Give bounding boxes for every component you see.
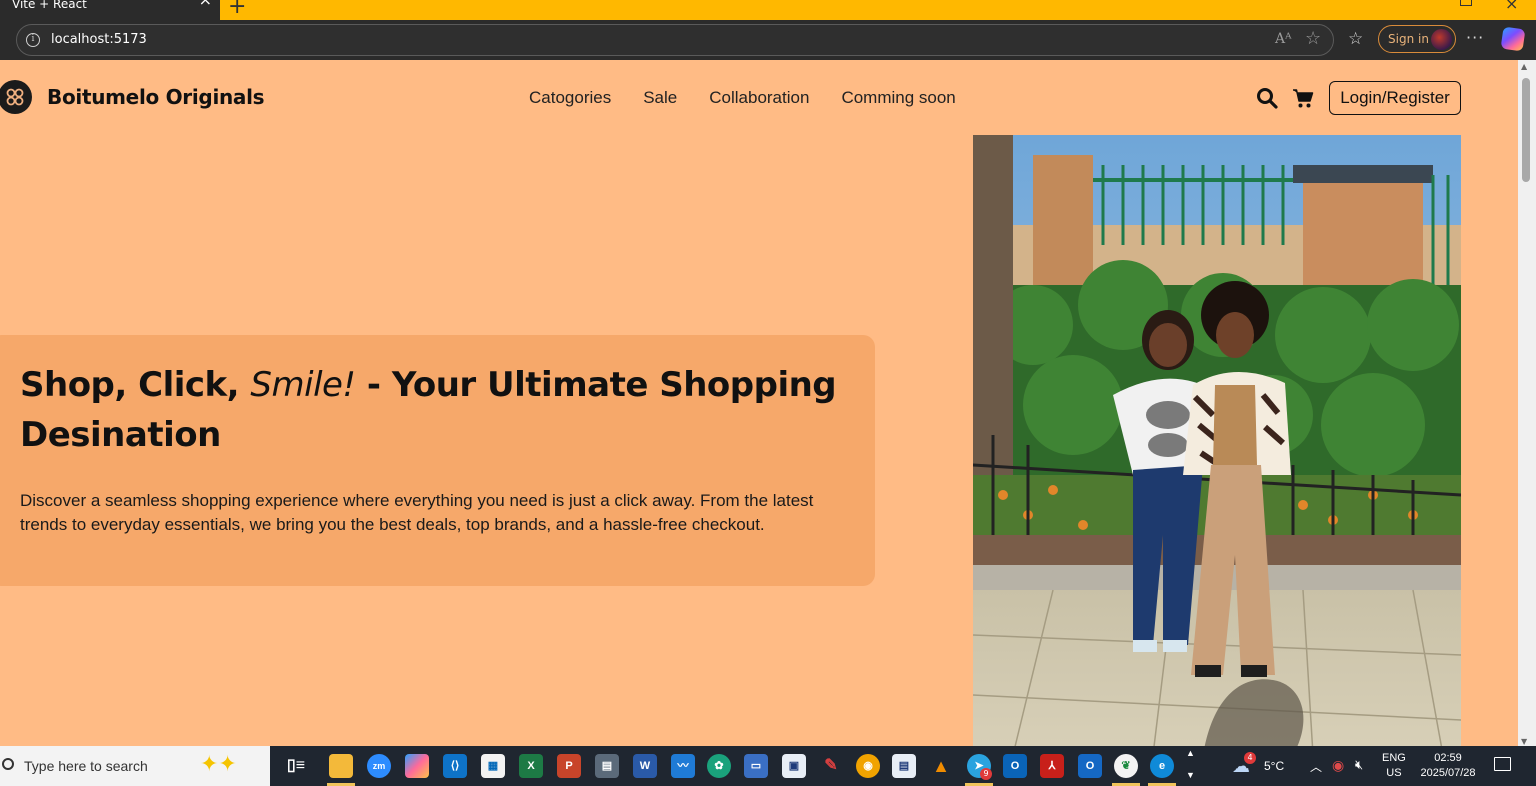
- notification-icon[interactable]: [1494, 757, 1511, 771]
- paint-icon[interactable]: ✎: [819, 754, 843, 778]
- hero-title: Shop, Click, Smile! - Your Ultimate Shop…: [20, 360, 860, 460]
- zoom-icon[interactable]: zm: [367, 754, 391, 778]
- signin-button[interactable]: Sign in: [1378, 25, 1456, 53]
- brand-name[interactable]: Boitumelo Originals: [47, 85, 265, 109]
- maximize-icon[interactable]: [1460, 0, 1472, 6]
- cart-icon[interactable]: [1292, 87, 1314, 109]
- copilot-icon[interactable]: [1500, 26, 1526, 52]
- chatgpt-icon[interactable]: ✿: [707, 754, 731, 778]
- hero-title-italic: Smile!: [250, 365, 356, 405]
- copilot-app-icon[interactable]: [405, 754, 429, 778]
- tray-chevron-icon[interactable]: ︿: [1310, 758, 1322, 775]
- info-icon[interactable]: i: [26, 33, 40, 47]
- hero-card: Shop, Click, Smile! - Your Ultimate Shop…: [0, 335, 875, 586]
- outlook-new-icon[interactable]: O: [1078, 754, 1102, 778]
- avatar: [1431, 29, 1452, 50]
- telegram-badge: 9: [980, 768, 992, 780]
- acrobat-icon[interactable]: ⅄: [1040, 754, 1064, 778]
- vscode-icon[interactable]: ⟨⟩: [443, 754, 467, 778]
- nav-sale[interactable]: Sale: [643, 88, 677, 108]
- weather-temp[interactable]: 5°C: [1264, 759, 1284, 773]
- taskbar-search-icon: [2, 758, 14, 770]
- vertical-scrollbar[interactable]: ▲ ▼: [1518, 60, 1536, 746]
- word-icon[interactable]: W: [633, 754, 657, 778]
- clock[interactable]: 02:59 2025/07/28: [1418, 751, 1478, 781]
- address-bar[interactable]: i localhost:5173 Aᴬ ☆: [16, 24, 1334, 56]
- calculator-icon[interactable]: ▤: [595, 754, 619, 778]
- nav-coming-soon[interactable]: Comming soon: [841, 88, 955, 108]
- antivirus-icon[interactable]: ◉: [1332, 757, 1344, 774]
- scrollbar-thumb[interactable]: [1522, 78, 1530, 182]
- taskbar-scroll-down-icon[interactable]: ▼: [1186, 770, 1195, 780]
- app-window-icon[interactable]: ▣: [782, 754, 806, 778]
- mongodb-icon[interactable]: ❦: [1114, 754, 1138, 778]
- address-row: i localhost:5173 Aᴬ ☆ ☆ Sign in ···: [0, 20, 1536, 60]
- browser-tab[interactable]: Vite + React ×: [0, 0, 220, 20]
- health-icon[interactable]: 〰: [671, 754, 695, 778]
- edge-icon[interactable]: e: [1150, 754, 1174, 778]
- file-explorer-icon[interactable]: [329, 754, 353, 778]
- hero-description: Discover a seamless shopping experience …: [20, 491, 814, 534]
- page-viewport: Boitumelo Originals Catogories Sale Coll…: [0, 60, 1518, 746]
- task-view-icon[interactable]: ▯≡: [284, 754, 308, 778]
- favorites-icon[interactable]: ☆: [1348, 29, 1363, 49]
- search-icon[interactable]: [1256, 87, 1278, 109]
- language-line2: US: [1386, 767, 1402, 779]
- main-nav: Catogories Sale Collaboration Comming so…: [529, 88, 956, 108]
- window-close-icon[interactable]: ×: [1505, 0, 1518, 13]
- nav-categories[interactable]: Catogories: [529, 88, 611, 108]
- weather-badge: 4: [1244, 752, 1256, 764]
- store-icon[interactable]: ▦: [481, 754, 505, 778]
- signin-label: Sign in: [1388, 32, 1429, 46]
- taskbar: Type here to search ✦✦ ▯≡ zm ⟨⟩ ▦ X P ▤ …: [0, 746, 1536, 786]
- remote-desktop-icon[interactable]: ▭: [744, 754, 768, 778]
- sparkle-icon: ✦✦: [200, 752, 237, 777]
- browser-app-icon[interactable]: ◉: [856, 754, 880, 778]
- clock-time: 02:59: [1434, 752, 1462, 764]
- tab-title: Vite + React: [12, 0, 87, 11]
- clock-date: 2025/07/28: [1420, 767, 1476, 779]
- hero-title-part1: Shop, Click,: [20, 365, 251, 405]
- scroll-up-icon[interactable]: ▲: [1521, 62, 1527, 71]
- news-icon[interactable]: ▤: [892, 754, 916, 778]
- scroll-down-icon[interactable]: ▼: [1521, 737, 1527, 746]
- outlook-icon[interactable]: O: [1003, 754, 1027, 778]
- url-text[interactable]: localhost:5173: [51, 32, 147, 47]
- taskbar-search-placeholder: Type here to search: [24, 758, 148, 774]
- read-aloud-icon[interactable]: Aᴬ: [1275, 31, 1291, 47]
- taskbar-scroll-up-icon[interactable]: ▲: [1186, 748, 1195, 758]
- login-register-button[interactable]: Login/Register: [1329, 81, 1461, 115]
- excel-icon[interactable]: X: [519, 754, 543, 778]
- nav-collaboration[interactable]: Collaboration: [709, 88, 809, 108]
- volume-muted-icon[interactable]: 🔇︎: [1355, 757, 1363, 773]
- more-icon[interactable]: ···: [1466, 28, 1484, 47]
- vlc-icon[interactable]: ▲: [929, 754, 953, 778]
- browser-tab-strip: Vite + React × + ×: [0, 0, 1536, 20]
- taskbar-search[interactable]: Type here to search ✦✦: [0, 746, 270, 786]
- favorite-star-icon[interactable]: ☆: [1305, 28, 1321, 49]
- new-tab-icon[interactable]: +: [228, 0, 246, 19]
- tab-close-icon[interactable]: ×: [199, 0, 212, 8]
- hero-photo: [973, 135, 1461, 746]
- language-indicator[interactable]: ENG US: [1382, 751, 1406, 781]
- language-line1: ENG: [1382, 752, 1406, 764]
- powerpoint-icon[interactable]: P: [557, 754, 581, 778]
- logo-icon[interactable]: [0, 80, 32, 114]
